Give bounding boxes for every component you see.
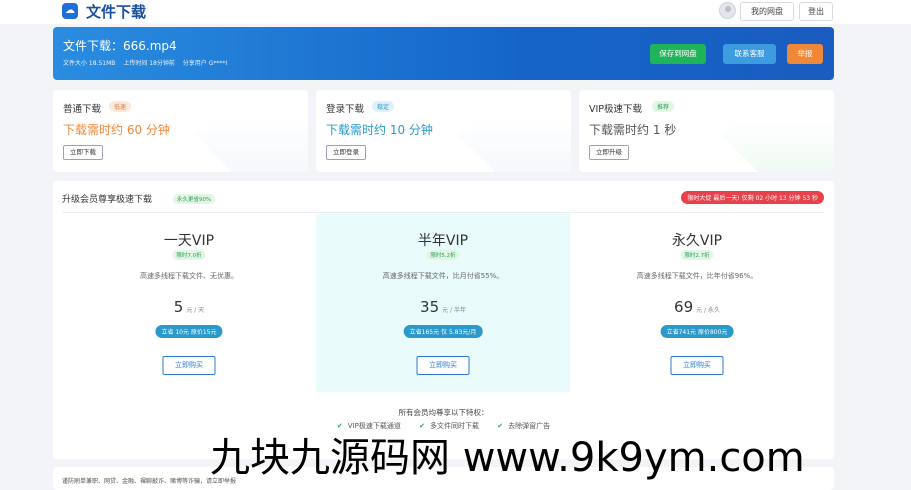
plan-discount-badge: 限时7.0折 bbox=[172, 250, 206, 260]
vip-section-title: 升级会员尊享极速下载 bbox=[62, 195, 153, 205]
divider bbox=[62, 212, 825, 213]
file-size: 文件大小 18.51MB bbox=[63, 60, 116, 67]
plan-discount-badge: 限时2.7折 bbox=[680, 250, 714, 260]
plan-lifetime: 永久VIP 限时2.7折 高速多线程下载文件，比年付省96%。 69 元 / 永久… bbox=[570, 214, 824, 392]
price-unit: 元 / 半年 bbox=[442, 307, 466, 314]
login-now-button[interactable]: 立即登录 bbox=[326, 145, 366, 160]
promo-countdown-badge: 限时大促 最后一天! 仅剩 02 小时 13 分钟 53 秒 bbox=[681, 191, 824, 204]
normal-download-card: 普通下载 低速 下载需时约 60 分钟 立即下载 bbox=[53, 90, 308, 172]
my-disk-button[interactable]: 我的网盘 bbox=[740, 2, 794, 21]
price-unit: 元 / 天 bbox=[186, 307, 205, 314]
price-unit: 元 / 永久 bbox=[696, 307, 720, 314]
buy-now-button[interactable]: 立即购买 bbox=[162, 356, 216, 375]
plan-name: 一天VIP bbox=[163, 233, 215, 249]
vip-section: 升级会员尊享极速下载 永久更省90% 限时大促 最后一天! 仅剩 02 小时 1… bbox=[53, 181, 834, 459]
plan-description: 高速多线程下载文件，比月付省55%。 bbox=[382, 272, 504, 280]
sharer: 分享用户 G****I bbox=[182, 60, 228, 67]
plan-savings-badge: 立省 10元 原价15元 bbox=[155, 325, 223, 338]
download-time: 下载需时约 60 分钟 bbox=[63, 123, 170, 137]
privileges-title: 所有会员均尊享以下特权： bbox=[398, 408, 489, 417]
plan-price: 5元 / 天 bbox=[62, 297, 316, 316]
site-title: 文件下载 bbox=[86, 3, 147, 21]
plan-savings-badge: 立省165元 仅 5.83元/月 bbox=[403, 325, 483, 338]
card-decoration bbox=[458, 90, 571, 172]
download-time: 下载需时约 10 分钟 bbox=[326, 123, 433, 137]
plan-price: 69 元 / 永久 bbox=[570, 297, 824, 316]
speed-tag: 低速 bbox=[109, 101, 132, 112]
login-download-card: 登录下载 稳定 下载需时约 10 分钟 立即登录 bbox=[316, 90, 571, 172]
vip-download-card: VIP极速下载 推荐 下载需时约 1 秒 立即升级 bbox=[579, 90, 834, 172]
logo-icon[interactable]: ☁ bbox=[62, 3, 78, 19]
card-decoration bbox=[721, 90, 834, 172]
card-title: VIP极速下载 bbox=[589, 104, 643, 115]
speed-tag: 稳定 bbox=[372, 101, 395, 112]
watermark: 九块九源码网 www.9k9ym.com bbox=[210, 435, 805, 481]
card-title: 普通下载 bbox=[63, 104, 102, 115]
plan-price: 35 元 / 半年 bbox=[316, 297, 570, 316]
price-value: 69 bbox=[674, 298, 694, 316]
upload-time: 上传时间 18分钟前 bbox=[123, 60, 175, 67]
plan-description: 高速多线程下载文件，比年付省96%。 bbox=[636, 272, 758, 280]
save-to-disk-button[interactable]: 保存到网盘 bbox=[650, 44, 706, 64]
file-title: 文件下载：666.mp4 bbox=[63, 39, 177, 53]
download-time: 下载需时约 1 秒 bbox=[589, 123, 677, 137]
card-decoration bbox=[195, 90, 308, 172]
price-value: 35 bbox=[420, 298, 440, 316]
logout-button[interactable]: 登出 bbox=[799, 2, 833, 21]
buy-now-button[interactable]: 立即购买 bbox=[416, 356, 470, 375]
upgrade-now-button[interactable]: 立即升级 bbox=[589, 145, 629, 160]
download-now-button[interactable]: 立即下载 bbox=[63, 145, 103, 160]
speed-tag: 推荐 bbox=[652, 101, 675, 112]
user-avatar-icon[interactable] bbox=[719, 2, 736, 19]
report-button[interactable]: 举报 bbox=[787, 44, 823, 64]
card-title: 登录下载 bbox=[326, 104, 365, 115]
plan-description: 高速多线程下载文件、无优惠。 bbox=[140, 272, 238, 280]
buy-now-button[interactable]: 立即购买 bbox=[670, 356, 724, 375]
plan-half-year: 半年VIP 限时5.2折 高速多线程下载文件，比月付省55%。 35 元 / 半年… bbox=[316, 214, 570, 392]
plan-name: 半年VIP bbox=[417, 233, 469, 249]
plan-savings-badge: 立省741元 原价800元 bbox=[660, 325, 734, 338]
file-banner: 文件下载：666.mp4 文件大小 18.51MB 上传时间 18分钟前 分享用… bbox=[53, 27, 834, 80]
plan-one-day: 一天VIP 限时7.0折 高速多线程下载文件、无优惠。 5元 / 天 立省 10… bbox=[62, 214, 316, 392]
vip-section-tag: 永久更省90% bbox=[173, 194, 216, 204]
plan-name: 永久VIP bbox=[671, 233, 723, 249]
top-bar: ☁ 文件下载 我的网盘 登出 bbox=[0, 0, 911, 24]
file-meta: 文件大小 18.51MB 上传时间 18分钟前 分享用户 G****I bbox=[63, 58, 233, 67]
price-value: 5 bbox=[173, 298, 184, 316]
plan-discount-badge: 限时5.2折 bbox=[426, 250, 460, 260]
contact-support-button[interactable]: 联系客服 bbox=[723, 44, 776, 64]
